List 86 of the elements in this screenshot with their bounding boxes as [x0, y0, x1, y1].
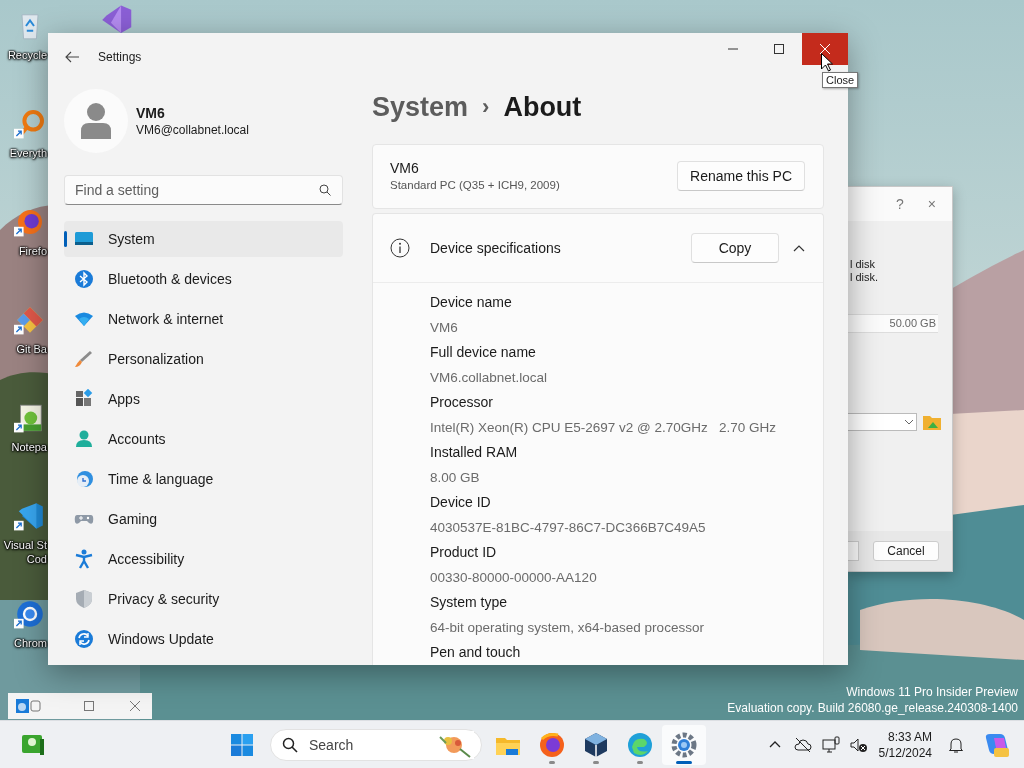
- nav-item[interactable]: System: [64, 221, 343, 257]
- pc-model: Standard PC (Q35 + ICH9, 2009): [390, 178, 560, 194]
- spec-label: Pen and touch: [430, 643, 522, 662]
- user-email: VM6@collabnet.local: [136, 122, 249, 138]
- window-title: Settings: [98, 50, 142, 64]
- spec-value: Intel(R) Xeon(R) CPU E5-2697 v2 @ 2.70GHz 2.70 GHz: [430, 419, 778, 437]
- spec-value: 4030537E-81BC-4797-86C7-DC366B7C49A5: [430, 519, 707, 537]
- cube-icon: [582, 730, 610, 759]
- nav-item[interactable]: Personalization: [64, 341, 343, 377]
- close-button[interactable]: [802, 33, 848, 65]
- search-icon: [282, 736, 298, 753]
- breadcrumb-link[interactable]: System: [372, 91, 469, 123]
- copilot-icon[interactable]: [984, 731, 1010, 758]
- spec-label: Device name: [430, 293, 513, 312]
- spec-label: System type: [430, 593, 509, 612]
- icon-label: Visual St: [2, 538, 47, 552]
- pc-name: VM6: [390, 159, 420, 178]
- maximize-icon: [774, 44, 784, 54]
- search-icon[interactable]: [319, 184, 331, 196]
- spec-value: 00330-80000-00000-AA120: [430, 569, 598, 587]
- nav-item[interactable]: Gaming: [64, 501, 343, 537]
- update-icon: [74, 629, 94, 649]
- bluetooth-icon: [74, 269, 94, 289]
- tooltip: Close: [822, 72, 859, 88]
- cancel-button[interactable]: Cancel: [873, 541, 939, 561]
- section-title: Device specifications: [430, 240, 561, 256]
- size-field[interactable]: 50.00 GB: [848, 314, 938, 333]
- nav-item[interactable]: Accounts: [64, 421, 343, 457]
- clock-date[interactable]: 5/12/2024: [878, 744, 932, 761]
- close-button[interactable]: ×: [927, 196, 936, 212]
- nav-item[interactable]: Network & internet: [64, 301, 343, 337]
- shortcut-icon[interactable]: [14, 500, 46, 532]
- back-arrow-icon: [65, 51, 79, 63]
- close-icon: [820, 44, 830, 54]
- info-icon: [390, 238, 410, 258]
- spec-value: 64-bit operating system, x64-based processor: [430, 619, 705, 637]
- cursor-icon: [821, 53, 833, 72]
- accessibility-icon: [74, 549, 94, 569]
- icon-label: Everyth: [8, 146, 47, 160]
- person-icon: [74, 429, 94, 449]
- breadcrumb-separator: ›: [482, 94, 490, 121]
- icon-label: Git Ba: [15, 342, 47, 356]
- nav-item[interactable]: Apps: [64, 381, 343, 417]
- spec-label: Installed RAM: [430, 443, 519, 462]
- fox-icon: [538, 730, 566, 759]
- help-button[interactable]: ?: [896, 196, 904, 212]
- brush-icon: [74, 349, 94, 369]
- app-icon[interactable]: [16, 698, 42, 714]
- monitor-icon[interactable]: [820, 734, 841, 755]
- icon-label: Firefo: [17, 244, 47, 258]
- user-name: VM6: [136, 104, 166, 122]
- clock-time[interactable]: 8:33 AM: [887, 728, 932, 745]
- search-field[interactable]: Find a setting: [64, 175, 343, 205]
- spec-label: Processor: [430, 393, 495, 412]
- nav-item[interactable]: Accessibility: [64, 541, 343, 577]
- spec-value: VM6: [430, 319, 459, 337]
- shield-icon: [74, 589, 94, 609]
- icon-label: Notepa: [10, 440, 47, 454]
- spec-label: Full device name: [430, 343, 537, 362]
- copy-button[interactable]: Copy: [691, 233, 779, 263]
- dialog-text: l disk: [849, 258, 877, 271]
- edition-text: Windows 11 Pro Insider Preview: [846, 684, 1018, 700]
- icon-label: Cod: [25, 552, 47, 566]
- spec-label: Product ID: [430, 543, 498, 562]
- maximize-icon[interactable]: [84, 701, 94, 711]
- wave-icon: [626, 730, 654, 759]
- nav-item[interactable]: Bluetooth & devices: [64, 261, 343, 297]
- nav-item[interactable]: Privacy & security: [64, 581, 343, 617]
- rename-button[interactable]: Rename this PC: [677, 161, 805, 192]
- spec-label: Device ID: [430, 493, 492, 512]
- taskbar-app[interactable]: [662, 724, 706, 765]
- apps-icon: [74, 389, 94, 409]
- icon-label: Chrom: [13, 636, 47, 650]
- nav-item[interactable]: Time & language: [64, 461, 343, 497]
- dialog-text: l disk.: [849, 271, 880, 284]
- page-title: About: [503, 91, 582, 123]
- spec-value: 8.00 GB: [430, 469, 481, 487]
- close-icon[interactable]: [130, 701, 140, 711]
- edition-text: Evaluation copy. Build 26080.ge_release.240308-1400: [727, 700, 1018, 716]
- clock-icon: [74, 469, 94, 489]
- shortcut-icon[interactable]: [14, 598, 46, 630]
- icon-label: Recycle: [6, 48, 47, 62]
- spec-value: VM6.collabnet.local: [430, 369, 549, 387]
- chevron-icon: [904, 419, 914, 425]
- nav-item[interactable]: Windows Update: [64, 621, 343, 657]
- gear-icon: [670, 730, 698, 759]
